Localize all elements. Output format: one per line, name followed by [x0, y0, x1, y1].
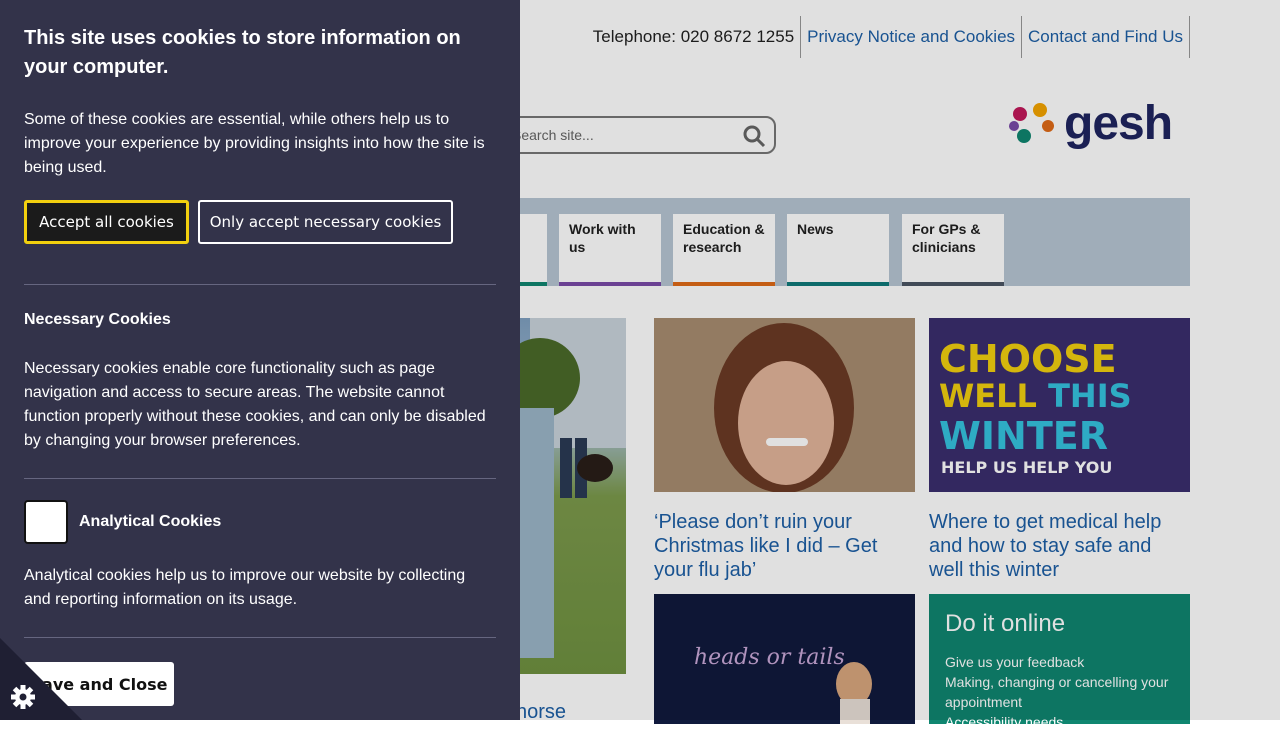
gear-icon [11, 685, 35, 709]
cookie-buttons: Accept all cookies Only accept necessary… [24, 200, 496, 244]
divider [24, 478, 496, 479]
analytical-cookies-text: Analytical cookies help us to improve ou… [24, 567, 466, 608]
analytical-cookies-heading: Analytical Cookies [79, 513, 222, 530]
necessary-cookies-heading: Necessary Cookies [24, 311, 171, 328]
cookie-settings-toggle[interactable] [0, 638, 82, 720]
cookie-consent-panel: This site uses cookies to store informat… [0, 0, 520, 720]
accept-necessary-cookies-button[interactable]: Only accept necessary cookies [198, 200, 453, 244]
analytical-cookies-row: Analytical Cookies [24, 500, 496, 544]
analytical-cookies-checkbox[interactable] [24, 500, 68, 544]
necessary-cookies-text: Necessary cookies enable core functional… [24, 360, 486, 449]
divider [24, 284, 496, 285]
accept-all-cookies-button[interactable]: Accept all cookies [24, 200, 189, 244]
cookie-intro-text: Some of these cookies are essential, whi… [24, 111, 485, 176]
divider [24, 637, 496, 638]
cookie-panel-title: This site uses cookies to store informat… [24, 27, 461, 78]
